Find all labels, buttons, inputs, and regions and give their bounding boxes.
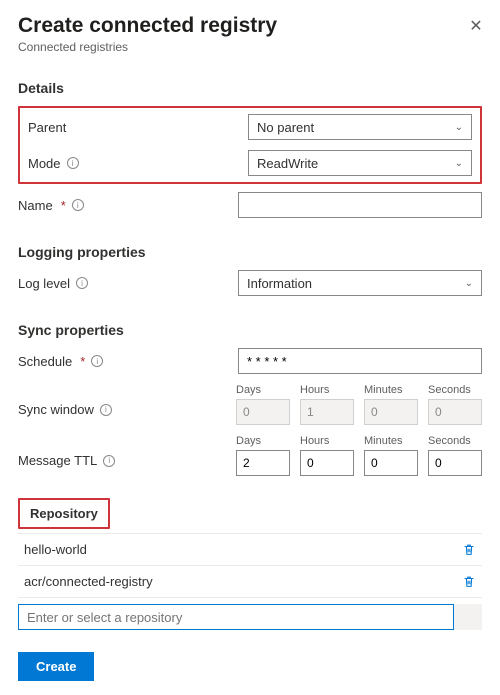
label-message-ttl: Message TTL — [18, 453, 97, 468]
section-details: Details — [18, 80, 482, 96]
schedule-input[interactable] — [238, 348, 482, 374]
label-hours: Hours — [300, 384, 354, 396]
repository-row: acr/connected-registry — [18, 566, 482, 598]
page-title: Create connected registry — [18, 14, 482, 38]
message-ttl-hours[interactable] — [300, 450, 354, 476]
message-ttl-group: Days Hours Minutes Seconds — [236, 435, 482, 476]
message-ttl-seconds[interactable] — [428, 450, 482, 476]
repository-row: hello-world — [18, 534, 482, 566]
required-marker: * — [61, 198, 66, 213]
section-logging: Logging properties — [18, 244, 482, 260]
label-name: Name — [18, 198, 53, 213]
parent-select[interactable]: No parent ⌄ — [248, 114, 472, 140]
breadcrumb: Connected registries — [18, 40, 482, 54]
label-minutes: Minutes — [364, 384, 418, 396]
name-input[interactable] — [238, 192, 482, 218]
info-icon[interactable]: i — [91, 355, 103, 367]
message-ttl-minutes[interactable] — [364, 450, 418, 476]
sync-window-hours — [300, 399, 354, 425]
highlight-parent-mode: Parent No parent ⌄ Mode i ReadWrite ⌄ — [18, 106, 482, 184]
tab-repository[interactable]: Repository — [18, 498, 110, 529]
log-level-select[interactable]: Information ⌄ — [238, 270, 482, 296]
repository-search-input[interactable] — [18, 604, 454, 630]
panel-header: Create connected registry Connected regi… — [18, 14, 482, 54]
info-icon[interactable]: i — [103, 455, 115, 467]
label-seconds: Seconds — [428, 435, 482, 447]
label-days: Days — [236, 384, 290, 396]
trash-icon[interactable] — [462, 575, 476, 589]
mode-select-value: ReadWrite — [257, 156, 318, 171]
info-icon[interactable]: i — [76, 277, 88, 289]
info-icon[interactable]: i — [72, 199, 84, 211]
label-days: Days — [236, 435, 290, 447]
sync-window-seconds — [428, 399, 482, 425]
info-icon[interactable]: i — [100, 404, 112, 416]
label-minutes: Minutes — [364, 435, 418, 447]
chevron-down-icon: ⌄ — [455, 122, 463, 133]
label-sync-window: Sync window — [18, 402, 94, 417]
close-icon[interactable]: ✕ — [464, 14, 488, 38]
repository-name: hello-world — [24, 542, 87, 557]
message-ttl-days[interactable] — [236, 450, 290, 476]
trash-icon[interactable] — [462, 543, 476, 557]
label-mode: Mode — [28, 156, 61, 171]
chevron-down-icon: ⌄ — [465, 278, 473, 289]
chevron-down-icon: ⌄ — [455, 158, 463, 169]
info-icon[interactable]: i — [67, 157, 79, 169]
sync-window-days — [236, 399, 290, 425]
required-marker: * — [80, 354, 85, 369]
parent-select-value: No parent — [257, 120, 314, 135]
log-level-value: Information — [247, 276, 312, 291]
label-parent: Parent — [28, 120, 66, 135]
section-sync: Sync properties — [18, 322, 482, 338]
mode-select[interactable]: ReadWrite ⌄ — [248, 150, 472, 176]
create-button[interactable]: Create — [18, 652, 94, 681]
sync-window-minutes — [364, 399, 418, 425]
label-hours: Hours — [300, 435, 354, 447]
label-log-level: Log level — [18, 276, 70, 291]
label-seconds: Seconds — [428, 384, 482, 396]
repository-name: acr/connected-registry — [24, 574, 153, 589]
sync-window-group: Days Hours Minutes Seconds — [236, 384, 482, 425]
label-schedule: Schedule — [18, 354, 72, 369]
repo-add-spacer — [454, 604, 482, 630]
